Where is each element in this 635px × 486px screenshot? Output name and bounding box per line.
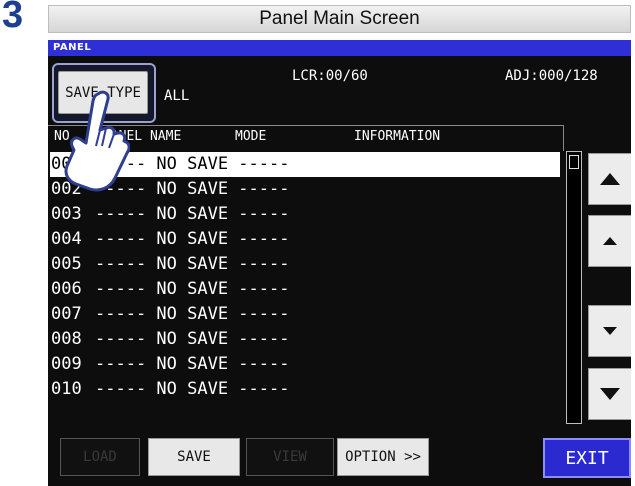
line-down-arrow-icon (603, 327, 617, 335)
bottom-toolbar: LOAD SAVE VIEW OPTION >> EXIT (48, 428, 631, 486)
view-button[interactable]: VIEW (246, 438, 334, 476)
line-down-button[interactable] (588, 305, 631, 357)
line-up-button[interactable] (588, 215, 631, 267)
save-type-value: ALL (164, 88, 190, 104)
column-mode: MODE (235, 129, 267, 144)
option-button[interactable]: OPTION >> (337, 438, 429, 476)
page-up-button[interactable] (588, 153, 631, 205)
panel-tab: PANEL (48, 40, 631, 56)
screen-caption: Panel Main Screen (48, 5, 631, 33)
list-item[interactable]: 009 ----- NO SAVE ----- (50, 352, 560, 377)
line-up-arrow-icon (603, 237, 617, 245)
list-item[interactable]: 001 ----- NO SAVE ----- (50, 152, 560, 177)
list-item[interactable]: 002 ----- NO SAVE ----- (50, 177, 560, 202)
adj-counter: ADJ:000/128 (505, 68, 598, 84)
column-panel-name: PANEL NAME (103, 129, 182, 144)
lcr-counter: LCR:00/60 (292, 68, 368, 84)
column-no: NO. (54, 129, 78, 144)
list-item[interactable]: 010 ----- NO SAVE ----- (50, 377, 560, 402)
list-item[interactable]: 004 ----- NO SAVE ----- (50, 227, 560, 252)
list-item[interactable]: 003 ----- NO SAVE ----- (50, 202, 560, 227)
panel-list: 001 ----- NO SAVE ----- 002 ----- NO SAVE … (50, 152, 560, 422)
scrollbar-thumb[interactable] (569, 155, 579, 169)
list-item[interactable]: 008 ----- NO SAVE ----- (50, 327, 560, 352)
page-down-arrow-icon (600, 388, 620, 400)
table-header: NO. PANEL NAME MODE INFORMATION (48, 125, 564, 151)
load-button[interactable]: LOAD (60, 438, 140, 476)
exit-button[interactable]: EXIT (543, 438, 631, 478)
list-item[interactable]: 007 ----- NO SAVE ----- (50, 302, 560, 327)
list-item[interactable]: 006 ----- NO SAVE ----- (50, 277, 560, 302)
page-down-button[interactable] (588, 368, 631, 420)
list-item[interactable]: 005 ----- NO SAVE ----- (50, 252, 560, 277)
column-information: INFORMATION (354, 129, 441, 144)
step-number: 3 (2, 0, 24, 36)
page-up-arrow-icon (600, 173, 620, 185)
header-divider (563, 125, 564, 151)
save-type-button[interactable]: SAVE TYPE (58, 71, 148, 114)
scrollbar-track[interactable] (566, 151, 582, 424)
save-button[interactable]: SAVE (148, 438, 240, 476)
panel-screen: PANEL SAVE TYPE ALL LCR:00/60 ADJ:000/12… (48, 40, 631, 486)
